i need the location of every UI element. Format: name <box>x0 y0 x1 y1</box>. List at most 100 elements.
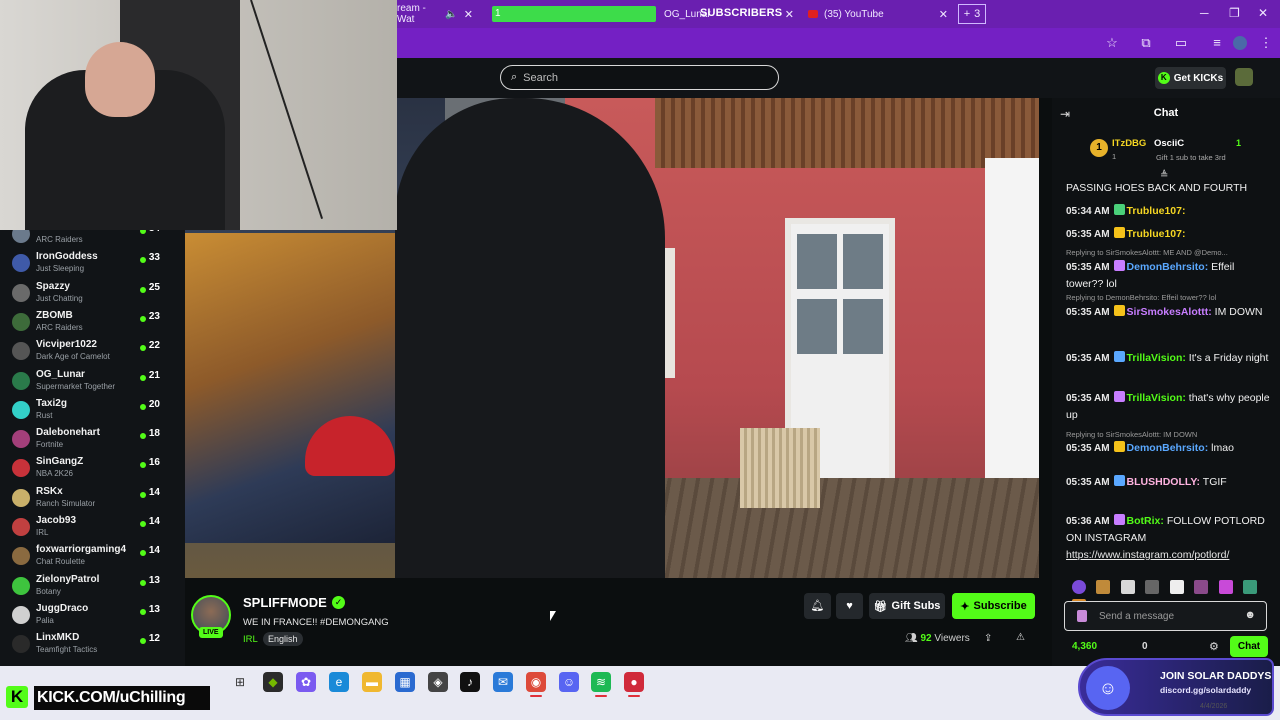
chat-message: 05:34 AM Trublue107: <box>1066 203 1272 220</box>
tab-youtube-label: (35) YouTube <box>824 8 884 20</box>
sidebar-channel-item[interactable]: SinGangZ NBA 2K26 16 <box>0 454 185 483</box>
share-icon[interactable]: ⇪ <box>984 633 992 644</box>
subscriber-progress-bar: 1 <box>492 6 656 22</box>
store-icon[interactable]: ▦ <box>395 672 415 692</box>
close-window-button[interactable]: ✕ <box>1258 6 1268 20</box>
channel-category: Supermarket Together <box>36 381 116 391</box>
live-dot-icon <box>140 491 146 498</box>
star-icon: ✦ <box>960 600 970 613</box>
cast-icon[interactable]: ▭ <box>1173 35 1189 51</box>
edge-icon[interactable]: e <box>329 672 349 692</box>
copilot-icon[interactable]: ✿ <box>296 672 316 692</box>
report-warning-icon[interactable]: ⚠ <box>1016 632 1025 643</box>
heart-emote-icon[interactable] <box>1072 580 1086 594</box>
emote-icon[interactable] <box>1096 580 1111 594</box>
restore-button[interactable]: ❐ <box>1229 6 1240 20</box>
spotify-icon[interactable]: ≋ <box>591 672 611 697</box>
message-username[interactable]: DemonBehrsito: <box>1127 261 1209 273</box>
sidebar-channel-item[interactable]: IronGoddess Just Sleeping 33 <box>0 249 185 278</box>
message-username[interactable]: DemonBehrsito: <box>1127 442 1209 454</box>
channel-name: Jacob93 <box>36 515 77 526</box>
emote-icon[interactable] <box>1243 580 1258 594</box>
message-username[interactable]: TrillaVision: <box>1127 392 1186 404</box>
sidebar-channel-item[interactable]: foxwarriorgaming4 Chat Roulette 14 <box>0 542 185 571</box>
minimize-button[interactable]: ─ <box>1200 6 1209 20</box>
notification-bell-button[interactable]: 🔔︎ <box>804 593 831 619</box>
emote-icon[interactable] <box>1145 580 1160 594</box>
message-username[interactable]: TrillaVision: <box>1127 352 1186 364</box>
reading-list-icon[interactable]: ≡ <box>1209 35 1225 51</box>
second-gifter-name[interactable]: OsciiC <box>1154 138 1184 149</box>
task-view-icon[interactable]: ⊞ <box>230 672 250 692</box>
top-gifter-name[interactable]: ITzDBG <box>1112 138 1146 149</box>
points-balance: 0 <box>1142 641 1148 652</box>
tab-youtube[interactable]: (35) YouTube ✕ <box>804 4 954 24</box>
discord-icon[interactable]: ☺ <box>559 672 579 692</box>
emote-icon[interactable] <box>1169 580 1184 594</box>
message-username[interactable]: BLUSHDOLLY: <box>1127 476 1201 488</box>
file-explorer-icon[interactable]: ▬ <box>362 672 382 692</box>
tab-stream[interactable]: ream - Wat 🔈 ✕ <box>397 3 479 25</box>
chrome-icon[interactable]: ◉ <box>526 672 546 697</box>
sidebar-channel-item[interactable]: RSKx Ranch Simulator 14 <box>0 484 185 513</box>
app-icon[interactable]: ◈ <box>428 672 448 692</box>
channel-name: LinxMKD <box>36 632 80 644</box>
subscribe-button[interactable]: ✦ Subscribe <box>952 593 1035 619</box>
emote-icon[interactable] <box>1218 580 1233 594</box>
message-link[interactable]: https://www.instagram.com/potlord/ <box>1066 549 1229 561</box>
stream-category[interactable]: IRL <box>243 634 258 645</box>
channel-category: NBA 2K26 <box>36 469 73 479</box>
emote-icon[interactable] <box>1194 580 1209 594</box>
message-username[interactable]: Trublue107: <box>1127 228 1186 240</box>
sidebar-channel-item[interactable]: JuggDraco Palia 13 <box>0 601 185 630</box>
sidebar-channel-item[interactable]: Jacob93 IRL 14 <box>0 513 185 542</box>
progress-label: 1 <box>495 8 501 19</box>
message-text: lmao <box>1211 442 1234 454</box>
message-username[interactable]: Trublue107: <box>1127 205 1186 217</box>
tab-audio-icon[interactable]: 🔈 <box>445 9 457 20</box>
search-input[interactable]: ⌕ Search <box>500 65 779 90</box>
gift-subs-button[interactable]: 🎁︎ Gift Subs <box>869 593 945 619</box>
sidebar-channel-item[interactable]: ZielonyPatrol Botany 13 <box>0 572 185 601</box>
tab-close-icon[interactable]: ✕ <box>933 8 954 21</box>
emoji-icon[interactable]: ☻ <box>1244 609 1256 621</box>
browser-menu-icon[interactable]: ⋮ <box>1258 35 1274 51</box>
message-time: 05:36 AM <box>1066 516 1110 527</box>
outlook-icon[interactable]: ✉ <box>493 672 513 692</box>
follow-heart-button[interactable]: ♥ <box>836 593 863 619</box>
sidebar-channel-item[interactable]: Spazzy Just Chatting 25 <box>0 279 185 308</box>
youtube-icon <box>808 10 818 18</box>
app-icon[interactable]: ● <box>624 672 644 697</box>
bookmark-star-icon[interactable]: ☆ <box>1104 35 1120 51</box>
sidebar-channel-item[interactable]: Dalebonehart Fortnite 18 <box>0 425 185 454</box>
message-username[interactable]: BotRix: <box>1127 515 1164 527</box>
sidebar-channel-item[interactable]: ZBOMB ARC Raiders 23 <box>0 308 185 337</box>
second-gifter-count: 1 <box>1236 138 1242 148</box>
send-chat-button[interactable]: Chat <box>1230 636 1268 657</box>
sidebar-channel-item[interactable]: Taxi2g Rust 20 <box>0 396 185 425</box>
emote-bar[interactable] <box>1072 580 1272 613</box>
sidebar-channel-item[interactable]: LinxMKD Teamfight Tactics 12 <box>0 630 185 659</box>
sidebar-channel-item[interactable]: Vicviper1022 Dark Age of Camelot 22 <box>0 337 185 366</box>
get-kicks-button[interactable]: K Get KICKs <box>1155 67 1226 89</box>
lock-icon <box>1077 610 1087 622</box>
extensions-icon[interactable]: ⧉ <box>1138 35 1154 51</box>
chat-message: PASSING HOES BACK AND FOURTH <box>1066 180 1272 197</box>
message-username[interactable]: SirSmokesAlottt: <box>1127 306 1212 318</box>
reply-context[interactable]: Replying to DemonBehrsito: Effeil tower?… <box>1066 293 1272 302</box>
reply-context[interactable]: Replying to SirSmokesAlottt: ME AND @Dem… <box>1066 248 1272 257</box>
gear-icon[interactable]: ⚙ <box>1209 640 1219 653</box>
channel-name[interactable]: SPLIFFMODE <box>243 595 327 610</box>
tiktok-icon[interactable]: ♪ <box>460 672 480 692</box>
tab-close-icon[interactable]: ✕ <box>458 8 479 21</box>
profile-avatar[interactable] <box>1233 36 1247 50</box>
language-tag[interactable]: English <box>263 632 303 646</box>
chat-message-input[interactable]: Send a message ☻ <box>1064 601 1267 631</box>
nvidia-icon[interactable]: ◆ <box>263 672 283 692</box>
emote-icon[interactable] <box>1120 580 1135 594</box>
sidebar-channel-item[interactable]: OG_Lunar Supermarket Together 21 <box>0 367 185 396</box>
user-avatar[interactable] <box>1235 68 1253 86</box>
reply-context[interactable]: Replying to SirSmokesAlottt: IM DOWN <box>1066 430 1272 439</box>
viewer-count: 14 <box>148 516 160 527</box>
new-tab-button[interactable]: + 3 <box>958 4 986 24</box>
